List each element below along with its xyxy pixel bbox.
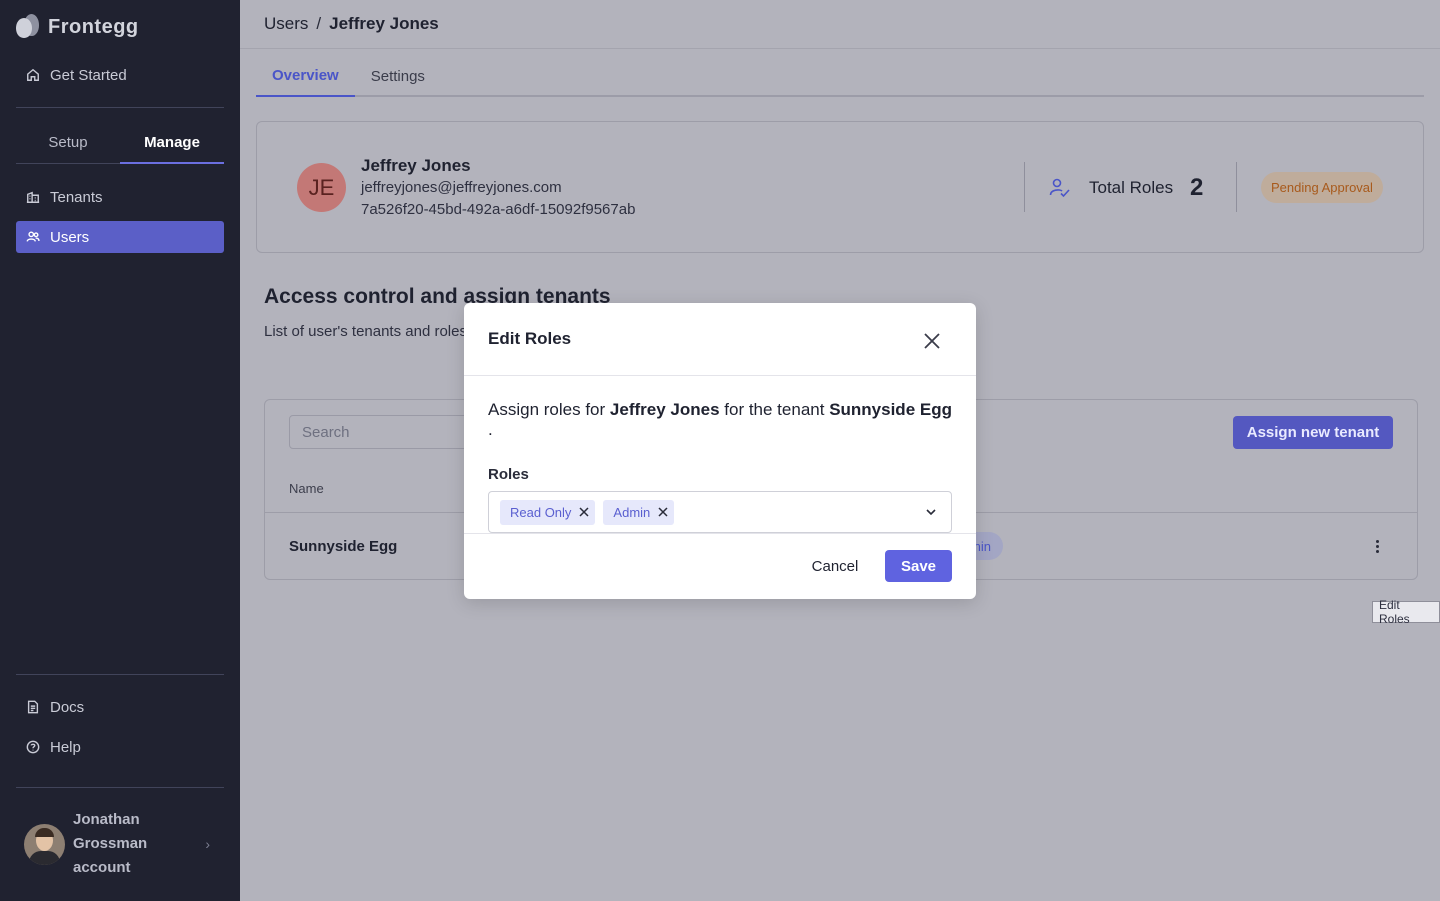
cancel-button[interactable]: Cancel	[800, 551, 870, 581]
sidebar-item-label: Users	[50, 228, 90, 246]
close-icon[interactable]	[921, 330, 943, 352]
remove-icon[interactable]	[658, 507, 668, 517]
breadcrumb-users[interactable]: Users	[264, 14, 308, 34]
assign-suffix: .	[488, 420, 493, 439]
breadcrumb-current: Jeffrey Jones	[329, 14, 439, 33]
total-roles-count: 2	[1190, 174, 1204, 201]
frontegg-logo-icon	[16, 14, 40, 40]
sidebar-divider	[16, 787, 224, 788]
assign-tenant: Sunnyside Egg	[829, 400, 952, 419]
section-subtitle: List of user's tenants and roles	[264, 323, 467, 340]
main-content: Users / Jeffrey Jones Overview Settings …	[240, 0, 1440, 901]
breadcrumb: Users / Jeffrey Jones	[240, 0, 1440, 49]
assign-middle: for the tenant	[724, 400, 825, 419]
assign-user: Jeffrey Jones	[609, 400, 720, 419]
assign-prefix: Assign roles for	[488, 400, 606, 419]
sidebar-item-users[interactable]: Users	[16, 221, 224, 253]
user-email: jeffreyjones@jeffreyjones.com	[361, 179, 562, 196]
dialog-footer: Cancel Save	[464, 534, 976, 598]
user-check-icon	[1049, 178, 1070, 198]
nav-get-started[interactable]: Get Started	[16, 59, 224, 91]
document-icon	[27, 700, 39, 714]
column-header-name: Name	[289, 481, 324, 496]
sidebar-item-tenants[interactable]: Tenants	[16, 181, 224, 213]
sidebar-divider	[16, 674, 224, 675]
sidebar-item-label: Docs	[50, 698, 85, 716]
tab-overview[interactable]: Overview	[256, 56, 355, 97]
role-chip-label: Read Only	[510, 504, 572, 520]
vertical-divider	[1236, 162, 1237, 212]
status-badge: Pending Approval	[1261, 172, 1383, 203]
sidebar-item-label: Help	[50, 738, 81, 756]
users-icon	[26, 231, 40, 242]
building-icon	[26, 191, 40, 203]
account-switcher[interactable]: Jonathan Grossman account ›	[24, 808, 224, 880]
tab-settings[interactable]: Settings	[355, 56, 441, 97]
brand-logo[interactable]: Frontegg	[16, 14, 139, 40]
role-chip-label: Admin	[613, 504, 651, 520]
assign-description: Assign roles for Jeffrey Jones for the t…	[488, 400, 952, 440]
avatar	[24, 823, 65, 865]
user-name: Jeffrey Jones	[361, 156, 471, 175]
page-tabs: Overview Settings	[256, 56, 1424, 97]
sidebar: Frontegg Get Started Setup Manage Tenant…	[0, 0, 240, 901]
remove-icon[interactable]	[579, 507, 589, 517]
segment-tabs: Setup Manage	[16, 122, 224, 164]
save-button[interactable]: Save	[885, 550, 952, 582]
dialog-body: Assign roles for Jeffrey Jones for the t…	[464, 376, 976, 534]
more-vertical-icon[interactable]	[1373, 536, 1381, 556]
role-chip-admin: Admin	[603, 499, 675, 525]
account-name: Jonathan Grossman account	[73, 811, 148, 876]
home-icon	[27, 68, 39, 81]
sidebar-item-label: Tenants	[50, 188, 103, 206]
roles-multiselect[interactable]: Read Only Admin	[488, 491, 952, 533]
dialog-title: Edit Roles	[488, 329, 572, 348]
help-circle-icon	[26, 740, 40, 754]
brand-name: Frontegg	[48, 15, 139, 38]
segment-tab-manage[interactable]: Manage	[120, 122, 224, 164]
breadcrumb-separator: /	[316, 14, 322, 33]
roles-field-label: Roles	[488, 466, 529, 483]
user-profile-card: JE Jeffrey Jones jeffreyjones@jeffreyjon…	[256, 121, 1424, 253]
total-roles-label: Total Roles	[1089, 178, 1174, 197]
sidebar-item-docs[interactable]: Docs	[16, 691, 224, 723]
user-avatar: JE	[297, 163, 346, 212]
sidebar-divider	[16, 107, 224, 108]
tenant-name-cell: Sunnyside Egg	[289, 538, 398, 555]
role-chip-read-only: Read Only	[500, 499, 596, 525]
chevron-down-icon[interactable]	[925, 506, 937, 518]
dialog-header: Edit Roles	[464, 303, 976, 376]
sidebar-item-help[interactable]: Help	[16, 731, 224, 763]
user-id: 7a526f20-45bd-492a-a6df-15092f9567ab	[361, 201, 636, 218]
edit-roles-tooltip: Edit Roles	[1372, 598, 1440, 626]
vertical-divider	[1024, 162, 1025, 212]
assign-new-tenant-button[interactable]: Assign new tenant	[1233, 416, 1393, 449]
edit-roles-dialog: Edit Roles Assign roles for Jeffrey Jone…	[464, 303, 976, 599]
chevron-right-icon: ›	[205, 836, 210, 852]
nav-get-started-label: Get Started	[50, 66, 127, 84]
segment-tab-setup[interactable]: Setup	[16, 122, 120, 164]
